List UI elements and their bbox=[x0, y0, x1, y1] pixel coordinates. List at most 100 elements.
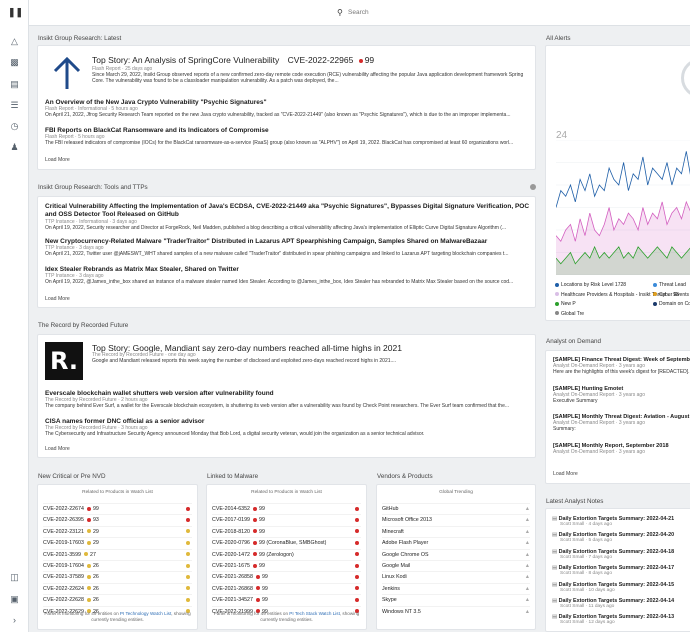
table-row[interactable]: Adobe Flash Player ▲ bbox=[382, 537, 530, 548]
legend-entry[interactable]: Locations by Risk Level 1728 bbox=[555, 282, 626, 288]
table-row[interactable]: CVE-2021-26858 99 bbox=[212, 571, 361, 582]
table-row[interactable]: CVE-2017-0199 99 bbox=[212, 514, 361, 525]
list-item[interactable]: ▤ Daily Extortion Targets Summary: 2022-… bbox=[552, 565, 674, 576]
vendors-subtitle: Global Trending bbox=[439, 490, 473, 495]
list-item[interactable]: CISA names former DNC official as a seni… bbox=[45, 418, 530, 437]
list-item[interactable]: [SAMPLE] Hunting Emotet Analyst On-Demand… bbox=[553, 386, 690, 404]
expand-chevron-icon[interactable]: › bbox=[8, 615, 21, 626]
note-doc-icon: ▤ bbox=[552, 565, 559, 572]
top-story-cve: CVE-2022-22965 bbox=[287, 55, 354, 65]
logo-icon[interactable]: ❚❚ bbox=[8, 7, 23, 18]
load-more-button[interactable]: Load More bbox=[45, 157, 70, 163]
section-title-nvd: New Critical or Pre NVD bbox=[38, 473, 106, 480]
list-item[interactable]: New Cryptocurrency-Related Malware "Trad… bbox=[45, 238, 530, 257]
section-title-vendors: Vendors & Products bbox=[377, 473, 433, 480]
table-row[interactable]: CVE-2021-37589 26 bbox=[43, 571, 192, 582]
top-story-title[interactable]: Top Story: An Analysis of SpringCore Vul… bbox=[92, 55, 374, 65]
record-logo: R. bbox=[45, 342, 83, 380]
watch-list-link[interactable]: PI Tech Stack Watch List bbox=[289, 611, 340, 616]
table-row[interactable]: Windows NT 3.5 ▲ bbox=[382, 605, 530, 617]
alert-triangle-icon[interactable]: △ bbox=[8, 36, 21, 47]
table-row[interactable]: CVE-2022-26395 93 bbox=[43, 514, 192, 525]
risk-dot-icon bbox=[186, 561, 192, 572]
row-score: 99 bbox=[261, 574, 268, 581]
top-story-arrow-icon bbox=[45, 51, 89, 94]
table-row[interactable]: Skype ▲ bbox=[382, 594, 530, 605]
risk-dot-icon bbox=[253, 563, 257, 568]
table-row[interactable]: CVE-2022-22674 99 bbox=[43, 503, 192, 514]
list-item[interactable]: Everscale blockchain wallet shutters web… bbox=[45, 390, 530, 409]
search-icon: ⚲ bbox=[337, 8, 343, 17]
table-row[interactable]: CVE-2018-8120 99 bbox=[212, 525, 361, 537]
chat-icon[interactable]: ◫ bbox=[8, 572, 21, 583]
list-icon[interactable]: ☰ bbox=[8, 100, 21, 111]
list-item[interactable]: [SAMPLE] Monthly Report, September 2018 A… bbox=[553, 443, 690, 455]
legend-entry[interactable]: Domain on Code Repos 90 bbox=[653, 301, 690, 307]
table-row[interactable]: Jenkins ▲ bbox=[382, 582, 530, 594]
table-row[interactable]: CVE-2021-26868 99 bbox=[212, 582, 361, 594]
table-row[interactable]: Linux Kodi ▲ bbox=[382, 571, 530, 582]
row-score: 26 bbox=[92, 574, 99, 581]
legend-entry[interactable]: Threat Lead bbox=[653, 282, 686, 288]
risk-dot-icon bbox=[355, 595, 361, 606]
row-score: 29 bbox=[92, 540, 99, 547]
nvd-panel: Related to Products in Watch List CVE-20… bbox=[37, 484, 198, 630]
table-row[interactable]: CVE-2022-23121 29 bbox=[43, 525, 192, 537]
search-input[interactable]: ⚲ Search bbox=[331, 5, 690, 21]
briefcase-icon[interactable]: ▣ bbox=[8, 594, 21, 605]
document-icon[interactable]: ▤ bbox=[8, 79, 21, 90]
load-more-button[interactable]: Load More bbox=[45, 446, 70, 452]
info-icon[interactable] bbox=[530, 184, 536, 190]
list-item[interactable]: ▤ Daily Extortion Targets Summary: 2022-… bbox=[552, 532, 674, 543]
row-score: 99 bbox=[259, 517, 265, 524]
load-more-button[interactable]: Load More bbox=[45, 296, 70, 302]
legend-entry[interactable]: Global Tre bbox=[555, 311, 584, 317]
list-item[interactable]: An Overview of the New Java Crypto Vulne… bbox=[45, 99, 530, 118]
table-row[interactable]: GitHub ▲ bbox=[382, 503, 530, 514]
table-row[interactable]: CVE-2019-17604 26 bbox=[43, 560, 192, 571]
table-row[interactable]: CVE-2022-22624 26 bbox=[43, 582, 192, 594]
table-row[interactable]: CVE-2020-1472 99 (Zerologon) bbox=[212, 548, 361, 560]
risk-dot-icon bbox=[86, 563, 91, 568]
table-row[interactable]: Google Chrome OS ▲ bbox=[382, 548, 530, 560]
list-item[interactable]: [SAMPLE] Monthly Threat Digest: Aviation… bbox=[553, 414, 690, 432]
table-row[interactable]: CVE-2021-1675 99 bbox=[212, 560, 361, 571]
note-doc-icon: ▤ bbox=[552, 548, 559, 555]
risk-dot-icon bbox=[355, 538, 361, 549]
section-title-analyst: Analyst on Demand bbox=[546, 338, 601, 345]
table-row[interactable]: CVE-2022-22628 26 bbox=[43, 594, 192, 605]
list-item[interactable]: ▤ Daily Extortion Targets Summary: 2022-… bbox=[552, 614, 674, 625]
row-score: 93 bbox=[92, 517, 99, 524]
list-item[interactable]: FBI Reports on BlackCat Ransomware and i… bbox=[45, 127, 530, 146]
row-score: 27 bbox=[90, 551, 96, 558]
table-row[interactable]: CVE-2021-3599 27 bbox=[43, 548, 192, 561]
table-row[interactable]: Google Mail ▲ bbox=[382, 560, 530, 571]
table-row[interactable]: CVE-2021-34527 99 bbox=[212, 594, 361, 605]
table-row[interactable]: Minecraft ▲ bbox=[382, 525, 530, 537]
list-item[interactable]: ▤ Daily Extortion Targets Summary: 2022-… bbox=[552, 516, 674, 527]
bar-chart-icon[interactable]: ▩ bbox=[8, 57, 21, 68]
watch-list-link[interactable]: PI Technology Watch List bbox=[120, 611, 171, 616]
section-title-notes: Latest Analyst Notes bbox=[546, 498, 604, 505]
risk-dot-icon bbox=[86, 597, 91, 602]
list-item[interactable]: [SAMPLE] Finance Threat Digest: Week of … bbox=[553, 357, 690, 375]
people-icon[interactable]: ♟ bbox=[8, 142, 21, 153]
risk-dot-icon bbox=[253, 529, 257, 534]
trend-triangle-icon: ▲ bbox=[524, 506, 530, 512]
list-item[interactable]: ▤ Daily Extortion Targets Summary: 2022-… bbox=[552, 549, 674, 560]
table-row[interactable]: Microsoft Office 2013 ▲ bbox=[382, 514, 530, 525]
search-placeholder: Search bbox=[348, 9, 369, 16]
legend-entry[interactable]: New P bbox=[555, 301, 576, 307]
risk-dot-icon bbox=[186, 550, 192, 561]
list-item[interactable]: ▤ Daily Extortion Targets Summary: 2022-… bbox=[552, 582, 674, 593]
list-item[interactable]: Idex Stealer Rebrands as Matrix Max Stea… bbox=[45, 266, 530, 285]
load-more-button[interactable]: Load More bbox=[553, 471, 578, 477]
table-row[interactable]: CVE-2020-0796 99 (CoronaBlue, SMBGhost) bbox=[212, 537, 361, 548]
row-name: CVE-2021-26858 bbox=[212, 574, 253, 581]
list-item[interactable]: ▤ Daily Extortion Targets Summary: 2022-… bbox=[552, 598, 674, 609]
list-item[interactable]: Critical Vulnerability Affecting the Imp… bbox=[45, 203, 530, 231]
table-row[interactable]: CVE-2019-17603 29 bbox=[43, 537, 192, 548]
legend-entry[interactable]: Cyber Events affecting My Brands - Lead … bbox=[653, 292, 690, 298]
clock-gauge-icon[interactable]: ◷ bbox=[8, 121, 21, 132]
table-row[interactable]: CVE-2014-6352 99 bbox=[212, 503, 361, 514]
